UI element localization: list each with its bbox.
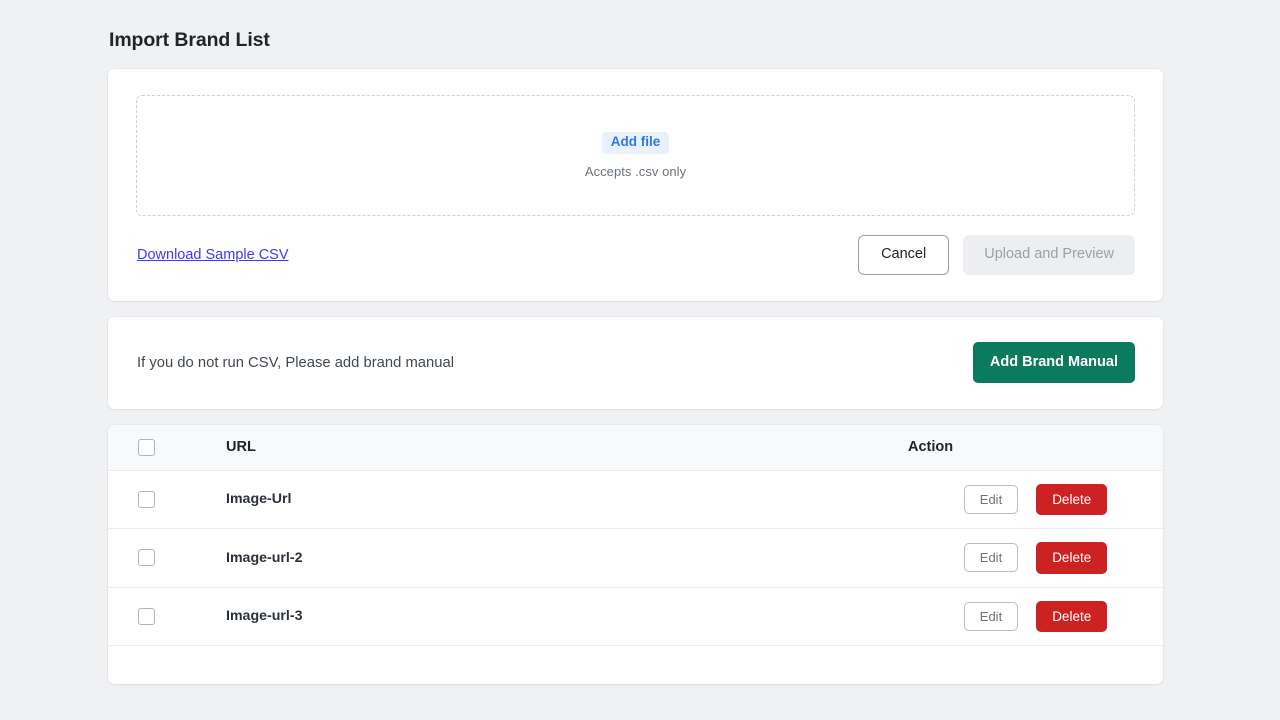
row-select-cell xyxy=(108,470,166,529)
file-dropzone[interactable]: Add file Accepts .csv only xyxy=(136,95,1135,216)
edit-button[interactable]: Edit xyxy=(963,601,1019,631)
row-select-cell xyxy=(108,528,166,588)
upload-button-group: Cancel Upload and Preview xyxy=(858,235,1135,275)
delete-button[interactable]: Delete xyxy=(1036,483,1108,515)
download-sample-csv-link[interactable]: Download Sample CSV xyxy=(137,247,289,263)
table-row: Image-url-2 Edit Delete xyxy=(108,528,1163,588)
row-checkbox[interactable] xyxy=(138,490,155,508)
add-brand-manual-button[interactable]: Add Brand Manual xyxy=(972,342,1135,383)
add-file-button[interactable]: Add file xyxy=(601,132,670,154)
page-root: Import Brand List Add file Accepts .csv … xyxy=(0,0,1280,720)
row-select-cell xyxy=(108,587,166,646)
manual-entry-message: If you do not run CSV, Please add brand … xyxy=(137,354,454,371)
row-checkbox[interactable] xyxy=(138,549,155,567)
url-column-header: URL xyxy=(166,424,908,471)
table-body: Image-Url Edit Delete Image-url-2 Edit Delete… xyxy=(108,470,1163,646)
select-all-header-cell xyxy=(108,424,166,471)
row-action-cell: Edit Delete xyxy=(908,528,1163,588)
edit-button[interactable]: Edit xyxy=(963,543,1019,573)
edit-button[interactable]: Edit xyxy=(963,484,1019,514)
row-checkbox[interactable] xyxy=(138,607,155,625)
table-header-row: URL Action xyxy=(108,424,1163,471)
row-action-cell: Edit Delete xyxy=(908,470,1163,529)
manual-entry-card: If you do not run CSV, Please add brand … xyxy=(108,316,1163,409)
row-action-buttons: Edit Delete xyxy=(908,542,1163,574)
upload-and-preview-button[interactable]: Upload and Preview xyxy=(963,235,1135,275)
row-action-buttons: Edit Delete xyxy=(908,600,1163,632)
delete-button[interactable]: Delete xyxy=(1036,542,1108,574)
page-title: Import Brand List xyxy=(109,29,270,51)
content-container: Import Brand List Add file Accepts .csv … xyxy=(108,0,1163,684)
row-url-cell: Image-Url xyxy=(166,470,908,529)
row-url-cell: Image-url-3 xyxy=(166,587,908,646)
dropzone-hint-text: Accepts .csv only xyxy=(584,163,687,179)
brand-table: URL Action Image-Url Edit Delete Image-url-… xyxy=(108,424,1163,647)
row-action-buttons: Edit Delete xyxy=(908,483,1163,515)
table-header: URL Action xyxy=(108,424,1163,471)
table-row: Image-Url Edit Delete xyxy=(108,470,1163,529)
upload-card: Add file Accepts .csv only Download Samp… xyxy=(108,69,1163,301)
action-column-header: Action xyxy=(908,424,1163,471)
select-all-checkbox[interactable] xyxy=(138,438,155,456)
brand-table-card: URL Action Image-Url Edit Delete Image-url-… xyxy=(108,424,1163,684)
table-row: Image-url-3 Edit Delete xyxy=(108,587,1163,646)
upload-actions-row: Download Sample CSV Cancel Upload and Pr… xyxy=(136,235,1135,275)
cancel-button[interactable]: Cancel xyxy=(858,235,950,275)
delete-button[interactable]: Delete xyxy=(1036,600,1108,632)
row-url-cell: Image-url-2 xyxy=(166,528,908,588)
row-action-cell: Edit Delete xyxy=(908,587,1163,646)
